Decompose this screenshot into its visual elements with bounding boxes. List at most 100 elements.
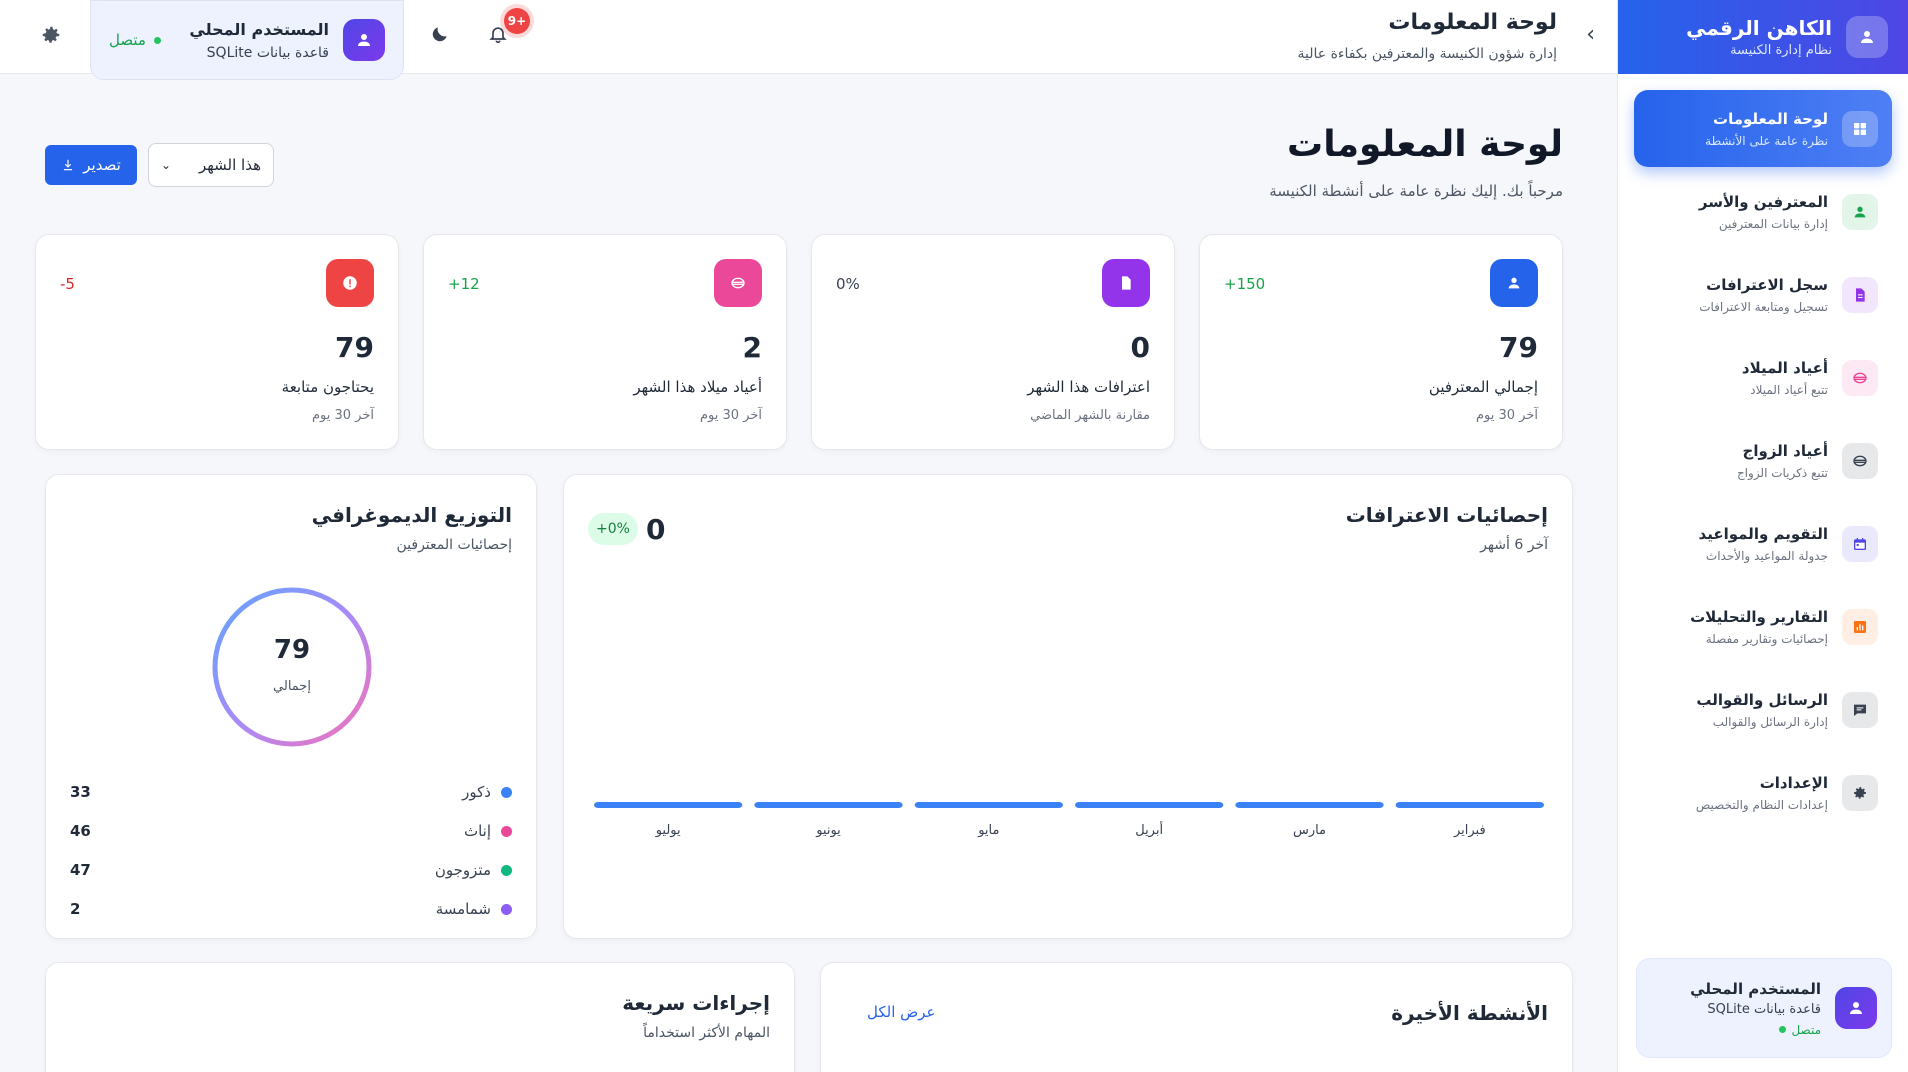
sidebar-user-name: المستخدم المحلي [1690,979,1821,998]
sidebar-user-card[interactable]: المستخدم المحلي قاعدة بيانات SQLite متصل [1636,958,1892,1058]
view-all-link[interactable]: عرض الكل [867,1003,936,1021]
stat-card: 12+ 2 أعياد ميلاد هذا الشهر آخر 30 يوم [423,234,787,450]
stat-change: 0% [836,275,860,293]
gear-icon[interactable] [40,24,62,46]
quick-actions-title: إجراءات سريعة [622,991,770,1015]
legend-dot [501,825,512,837]
chart-x-tick-label: أبريل [1135,823,1164,838]
header-user-card[interactable]: المستخدم المحلي قاعدة بيانات SQLite متصل [90,0,404,80]
sidebar-item-label: المعترفين والأسر [1698,192,1828,211]
legend-dot [501,864,512,876]
user-icon [1490,259,1538,307]
sidebar: الكاهن الرقمي نظام إدارة الكنيسة لوحة ال… [1617,0,1908,1072]
stat-card: 150+ 79 إجمالي المعترفين آخر 30 يوم [1199,234,1563,450]
document-icon [1842,276,1878,313]
sidebar-item-subtitle: إعدادات النظام والتخصيص [1695,797,1828,812]
chart-bar [594,802,743,808]
dashboard-icon [1842,110,1878,147]
sidebar-item-subtitle: إحصائيات وتقارير مفصلة [1705,631,1828,646]
period-select[interactable]: هذا الشهر ⌄ [148,143,274,187]
header-title: لوحة المعلومات [1388,10,1557,35]
sidebar-nav: لوحة المعلومات نظرة عامة على الأنشطة الم… [1618,74,1908,831]
brand-header: الكاهن الرقمي نظام إدارة الكنيسة [1618,0,1908,74]
status-text: متصل [109,31,146,49]
brand-title: الكاهن الرقمي [1686,16,1832,40]
header-status: متصل [109,31,161,49]
stat-label: أعياد ميلاد هذا الشهر [633,378,762,396]
sidebar-item[interactable]: أعياد الميلاد تتبع أعياد الميلاد [1634,339,1892,416]
sidebar-item-subtitle: إدارة الرسائل والقوالب [1712,714,1828,729]
stat-value: 0 [1130,331,1150,364]
legend-dot [501,903,512,915]
stat-note: آخر 30 يوم [1475,408,1538,423]
notification-badge: +9 [504,8,530,34]
message-icon [1842,691,1878,728]
stat-change: 12+ [448,275,480,293]
legend-value: 33 [70,783,91,801]
sidebar-user-db: قاعدة بيانات SQLite [1707,1001,1821,1017]
sidebar-item-label: التقويم والمواعيد [1698,524,1828,543]
demographics-card: التوزيع الديموغرافي إحصائيات المعترفين 7… [45,474,537,939]
sidebar-item-label: أعياد الميلاد [1741,358,1828,377]
stat-label: اعترافات هذا الشهر [1027,378,1150,396]
header-user-db: قاعدة بيانات SQLite [206,44,329,61]
page-subtitle: مرحباً بك. إليك نظرة عامة على أنشطة الكن… [1269,182,1563,200]
sidebar-item[interactable]: التقويم والمواعيد جدولة المواعيد والأحدا… [1634,505,1892,582]
top-header: › لوحة المعلومات إدارة شؤون الكنيسة والم… [0,0,1617,80]
sidebar-item-subtitle: تسجيل ومتابعة الاعترافات [1699,299,1828,314]
download-icon [61,158,75,172]
sidebar-item[interactable]: المعترفين والأسر إدارة بيانات المعترفين [1634,173,1892,250]
chart-x-tick-label: فبراير [1453,823,1486,838]
status-dot [1779,1026,1787,1033]
user-icon [1842,193,1878,230]
sidebar-item-subtitle: تتبع أعياد الميلاد [1750,382,1828,397]
confessions-chart-card: إحصائيات الاعترافات آخر 6 أشهر 0 +0% فبر… [563,474,1573,939]
calendar-icon [1842,525,1878,562]
demographics-ring [212,587,372,747]
sidebar-item[interactable]: أعياد الزواج تتبع ذكريات الزواج [1634,422,1892,499]
sidebar-item[interactable]: الرسائل والقوالب إدارة الرسائل والقوالب [1634,671,1892,748]
sidebar-item-subtitle: نظرة عامة على الأنشطة [1705,133,1828,148]
quick-actions-card: إجراءات سريعة المهام الأكثر استخداماً [45,962,795,1072]
stat-note: آخر 30 يوم [699,408,762,423]
chevron-right-icon[interactable]: › [1586,22,1595,47]
export-label: تصدير [83,156,121,174]
chart-x-tick-label: يوليو [655,823,681,838]
moon-icon[interactable] [430,24,450,44]
header-subtitle: إدارة شؤون الكنيسة والمعترفين بكفاءة عال… [1297,46,1558,62]
stat-value: 79 [335,331,374,364]
sidebar-item-label: الإعدادات [1759,773,1828,792]
sidebar-item-subtitle: تتبع ذكريات الزواج [1736,465,1828,480]
chart-x-tick-label: مارس [1292,823,1327,838]
legend-item: شمامسة 2 [70,898,512,920]
sidebar-item[interactable]: سجل الاعترافات تسجيل ومتابعة الاعترافات [1634,256,1892,333]
brand-subtitle: نظام إدارة الكنيسة [1730,43,1832,58]
legend-value: 46 [70,822,91,840]
legend-item: ذكور 33 [70,781,512,803]
sidebar-item-label: الرسائل والقوالب [1696,690,1828,709]
demographics-total-label: إجمالي [273,679,311,694]
stat-label: إجمالي المعترفين [1428,378,1538,396]
sidebar-user-status: متصل [1690,1023,1821,1037]
chevron-down-icon: ⌄ [161,158,172,172]
stat-note: مقارنة بالشهر الماضي [1030,408,1150,423]
chart-bar [914,802,1063,808]
legend-label: ذكور [462,783,491,801]
sidebar-item-label: لوحة المعلومات [1713,109,1828,128]
sidebar-item-label: التقارير والتحليلات [1690,607,1828,626]
stat-note: آخر 30 يوم [311,408,374,423]
sidebar-item[interactable]: الإعدادات إعدادات النظام والتخصيص [1634,754,1892,831]
sidebar-item-subtitle: إدارة بيانات المعترفين [1718,216,1828,231]
legend-value: 47 [70,861,91,879]
sidebar-item-label: أعياد الزواج [1742,441,1828,460]
export-button[interactable]: تصدير [45,145,137,185]
legend-item: إناث 46 [70,820,512,842]
stat-card: 0% 0 اعترافات هذا الشهر مقارنة بالشهر ال… [811,234,1175,450]
stat-value: 79 [1499,331,1538,364]
sidebar-item[interactable]: التقارير والتحليلات إحصائيات وتقارير مفص… [1634,588,1892,665]
document-icon [1102,259,1150,307]
chart-bar [1395,802,1544,808]
header-user-name: المستخدم المحلي [189,19,329,39]
chart-bar [754,802,903,808]
sidebar-item[interactable]: لوحة المعلومات نظرة عامة على الأنشطة [1634,90,1892,167]
